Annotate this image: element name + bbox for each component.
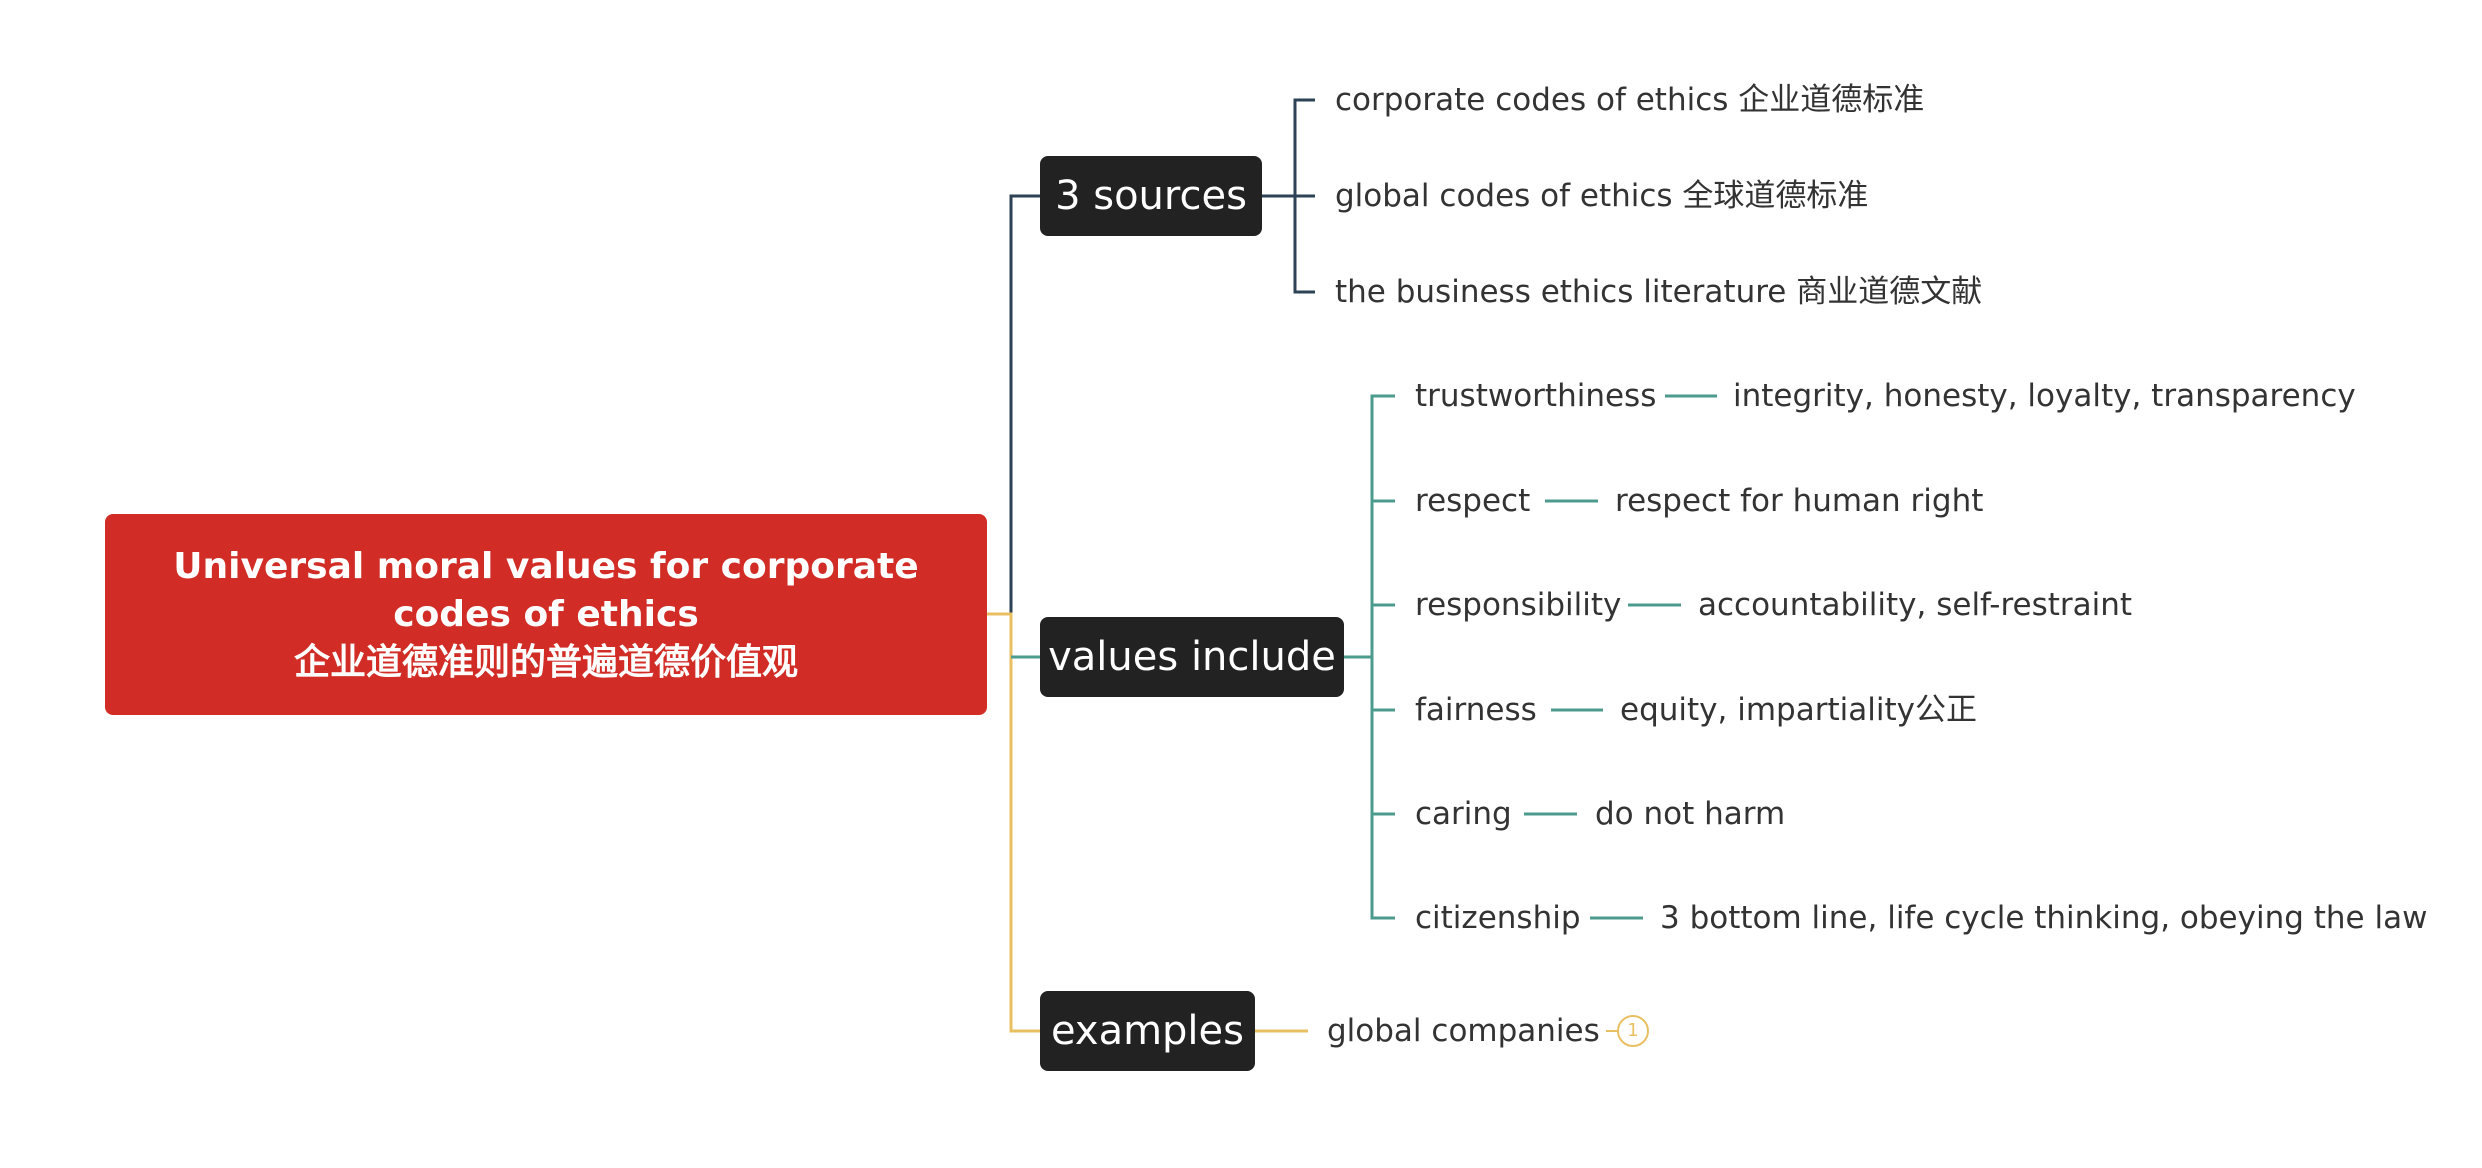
value-detail[interactable]: equity, impartiality公正: [1620, 690, 1977, 730]
source-item[interactable]: corporate codes of ethics 企业道德标准: [1335, 80, 1924, 120]
source-item[interactable]: the business ethics literature 商业道德文献: [1335, 272, 1982, 312]
branch-examples[interactable]: examples: [1040, 991, 1255, 1071]
line-root-sources: [987, 194, 1040, 616]
value-detail[interactable]: respect for human right: [1615, 481, 1983, 521]
value-name[interactable]: responsibility: [1415, 585, 1621, 625]
root-line-2: codes of ethics: [393, 593, 699, 635]
value-name[interactable]: caring: [1415, 794, 1512, 834]
value-detail[interactable]: integrity, honesty, loyalty, transparenc…: [1733, 376, 2356, 416]
line-values-bracket: [1370, 394, 1395, 920]
line-root-examples: [987, 612, 1040, 1033]
value-detail[interactable]: do not harm: [1595, 794, 1785, 834]
note-count-badge[interactable]: 1: [1617, 1015, 1649, 1047]
value-name[interactable]: trustworthiness: [1415, 376, 1656, 416]
value-detail[interactable]: accountability, self-restraint: [1698, 585, 2132, 625]
branch-sources[interactable]: 3 sources: [1040, 156, 1262, 236]
branch-values[interactable]: values include: [1040, 617, 1344, 697]
root-line-3: 企业道德准则的普遍道德价值观: [293, 641, 798, 683]
root-topic[interactable]: Universal moral values for corporate cod…: [105, 514, 987, 715]
value-name[interactable]: citizenship: [1415, 898, 1581, 938]
value-name[interactable]: fairness: [1415, 690, 1537, 730]
source-item[interactable]: global codes of ethics 全球道德标准: [1335, 176, 1868, 216]
example-item[interactable]: global companies: [1327, 1011, 1600, 1051]
root-line-1: Universal moral values for corporate: [173, 545, 919, 587]
value-detail[interactable]: 3 bottom line, life cycle thinking, obey…: [1660, 898, 2427, 938]
value-name[interactable]: respect: [1415, 481, 1530, 521]
